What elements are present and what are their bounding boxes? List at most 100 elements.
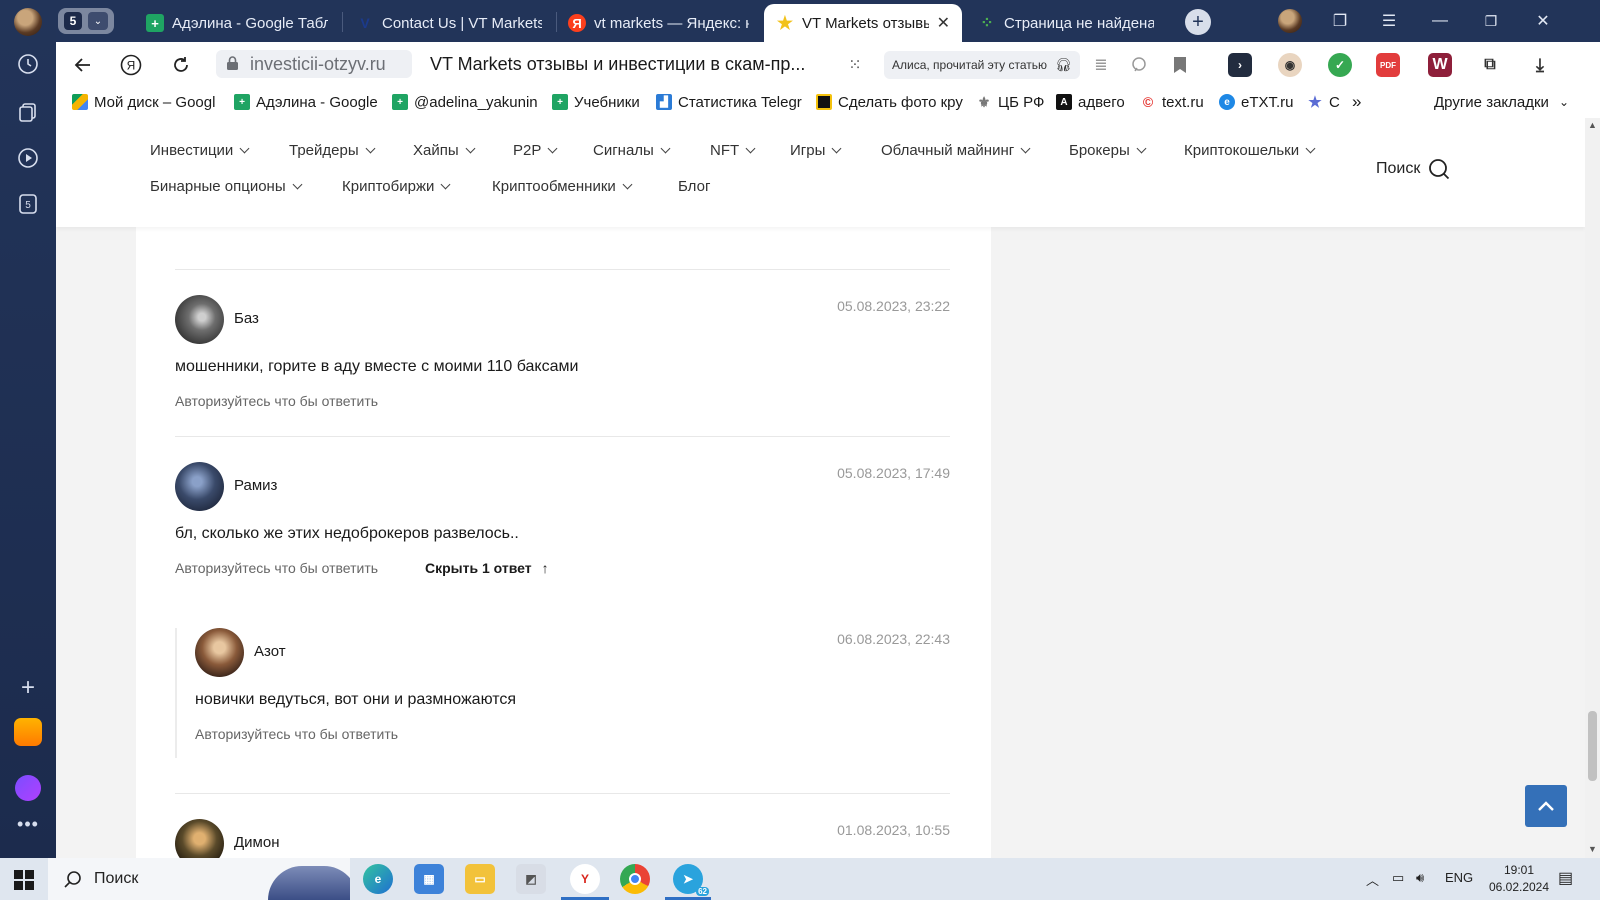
menu-p2p[interactable]: P2P xyxy=(513,142,558,159)
bookmark-5[interactable]: Сделать фото кру xyxy=(816,92,964,112)
menu-crypto-wallets[interactable]: Криптокошельки xyxy=(1184,142,1316,159)
telegram-icon[interactable]: ➤ 62 xyxy=(673,864,709,896)
language-indicator[interactable]: ENG xyxy=(1445,870,1473,885)
extension-check-icon[interactable]: ✓ xyxy=(1328,53,1352,77)
menu-blog[interactable]: Блог xyxy=(678,178,710,195)
menu-nft[interactable]: NFT xyxy=(710,142,756,159)
photos-icon[interactable]: ◩ xyxy=(516,864,546,894)
tab-3-active[interactable]: ★ VT Markets отзывы и ✕ xyxy=(764,4,962,42)
more-icon[interactable]: ••• xyxy=(12,808,44,840)
menu-crypto-exchangers[interactable]: Криптообменники xyxy=(492,178,633,195)
menu-binary-options[interactable]: Бинарные опционы xyxy=(150,178,303,195)
history-icon[interactable] xyxy=(12,48,44,80)
reply-login-link[interactable]: Авторизуйтесь что бы ответить xyxy=(175,560,378,576)
back-icon[interactable] xyxy=(70,52,96,78)
clock-date: 06.02.2024 xyxy=(1488,880,1550,894)
reply-login-link[interactable]: Авторизуйтесь что бы ответить xyxy=(195,726,398,742)
comment-author[interactable]: Рамиз xyxy=(234,477,277,494)
bookmark-icon[interactable] xyxy=(1167,52,1193,78)
bookmark-8[interactable]: © text.ru xyxy=(1140,92,1210,112)
menu-investments[interactable]: Инвестиции xyxy=(150,142,250,159)
network-icon[interactable]: ▭ xyxy=(1392,870,1404,886)
downloads-icon[interactable]: ⤓ xyxy=(1528,53,1552,77)
tab-groups-button[interactable]: 5 ⌄ xyxy=(58,8,114,34)
other-bookmarks[interactable]: Другие закладки ⌄ xyxy=(1434,92,1569,112)
yandex-home-icon[interactable]: Я xyxy=(118,52,144,78)
bookmark-10[interactable]: ★ С xyxy=(1307,92,1343,112)
site-apps-icon[interactable]: ⁙ xyxy=(842,52,868,78)
file-explorer-icon[interactable]: ▭ xyxy=(465,864,495,894)
video-icon[interactable] xyxy=(12,142,44,174)
comment-author[interactable]: Азот xyxy=(254,643,286,660)
translate-icon[interactable] xyxy=(1126,52,1152,78)
taskbar-clock[interactable]: 19:01 06.02.2024 xyxy=(1484,862,1554,896)
comment-author[interactable]: Баз xyxy=(234,310,259,327)
avatar[interactable] xyxy=(195,628,244,677)
more-bookmarks-icon[interactable]: » xyxy=(1352,92,1361,112)
comment-author[interactable]: Димон xyxy=(234,834,279,851)
bookmark-7[interactable]: A адвего xyxy=(1056,92,1131,112)
menu-games[interactable]: Игры xyxy=(790,142,842,159)
reply-login-link[interactable]: Авторизуйтесь что бы ответить xyxy=(175,393,378,409)
scroll-to-top-button[interactable] xyxy=(1525,785,1567,827)
new-tab-button[interactable]: + xyxy=(1185,9,1211,35)
close-window-icon[interactable]: ✕ xyxy=(1528,8,1558,34)
tab-1[interactable]: V Contact Us | VT Markets xyxy=(344,4,554,42)
bookmark-9[interactable]: e eTXT.ru xyxy=(1219,92,1299,112)
notifications-icon[interactable]: ▤ xyxy=(1558,868,1573,888)
menu-traders[interactable]: Трейдеры xyxy=(289,142,376,159)
add-panel-icon[interactable]: + xyxy=(12,672,44,704)
menu-icon[interactable]: ☰ xyxy=(1374,8,1404,34)
menu-brokers[interactable]: Брокеры xyxy=(1069,142,1147,159)
close-tab-icon[interactable]: ✕ xyxy=(937,13,950,33)
tabs-counter-icon[interactable]: 5 xyxy=(12,188,44,220)
edge-icon[interactable]: e xyxy=(363,864,393,894)
hide-replies-button[interactable]: Скрыть 1 ответ ↑ xyxy=(425,560,549,576)
restore-icon[interactable]: ❐ xyxy=(1476,8,1506,34)
alice-icon[interactable] xyxy=(12,772,44,804)
scroll-down-icon[interactable]: ▼ xyxy=(1588,844,1597,854)
menu-signals[interactable]: Сигналы xyxy=(593,142,671,159)
avatar[interactable] xyxy=(175,295,224,344)
tab-0[interactable]: + Адэлина - Google Табл xyxy=(134,4,340,42)
extension-arrow-icon[interactable]: › xyxy=(1228,53,1252,77)
url-field[interactable]: investicii-otzyv.ru xyxy=(216,50,412,78)
extension-face-icon[interactable]: ◉ xyxy=(1278,53,1302,77)
tray-expand-icon[interactable]: ︿ xyxy=(1366,870,1379,889)
avatar[interactable] xyxy=(175,462,224,511)
bookmark-1[interactable]: + Адэлина - Google xyxy=(234,92,379,112)
taskbar-search[interactable]: Поиск xyxy=(48,858,350,900)
bookmarks-panel-icon[interactable]: ❐ xyxy=(1325,8,1355,34)
yandex-browser-icon[interactable]: Y xyxy=(570,864,600,894)
mail-app-icon[interactable] xyxy=(12,716,44,748)
minimize-icon[interactable]: — xyxy=(1425,8,1455,34)
profile-avatar[interactable] xyxy=(14,8,42,36)
tab-4[interactable]: ⁘ Страница не найдена xyxy=(966,4,1166,42)
site-search-button[interactable]: Поиск xyxy=(1376,158,1450,180)
menu-crypto-exchanges[interactable]: Криптобиржи xyxy=(342,178,451,195)
bookmark-3[interactable]: + Учебники xyxy=(552,92,644,112)
windows-start-icon[interactable] xyxy=(14,870,34,890)
menu-cloud-mining[interactable]: Облачный майнинг xyxy=(881,142,1031,159)
avatar[interactable] xyxy=(175,819,224,858)
bookmark-0[interactable]: Мой диск – Googl xyxy=(72,92,222,112)
menu-hyips[interactable]: Хайпы xyxy=(413,142,476,159)
extensions-icon[interactable]: ⧉ xyxy=(1478,53,1502,77)
pdf-extension-icon[interactable]: PDF xyxy=(1376,53,1400,77)
bookmark-4[interactable]: ▟ Статистика Telegr xyxy=(656,92,804,112)
volume-icon[interactable]: 🔊︎ xyxy=(1416,870,1424,886)
reader-mode-icon[interactable]: ≣ xyxy=(1088,52,1114,78)
store-icon[interactable]: ▦ xyxy=(414,864,444,894)
page-scrollbar[interactable]: ▲ ▼ xyxy=(1585,118,1600,858)
account-avatar[interactable] xyxy=(1278,9,1302,33)
w-extension-icon[interactable]: W xyxy=(1428,53,1452,77)
scroll-up-icon[interactable]: ▲ xyxy=(1588,120,1597,130)
bookmark-2[interactable]: + @adelina_yakunin xyxy=(392,92,540,112)
tab-2[interactable]: Я vt markets — Яндекс: н xyxy=(556,4,761,42)
chrome-icon[interactable] xyxy=(620,864,650,894)
collections-icon[interactable] xyxy=(12,96,44,128)
bookmark-6[interactable]: ⚜ ЦБ РФ xyxy=(976,92,1046,112)
scrollbar-thumb[interactable] xyxy=(1588,711,1597,781)
reload-icon[interactable] xyxy=(168,52,194,78)
alice-read-button[interactable]: Алиса, прочитай эту статью 🎧︎ xyxy=(884,51,1080,79)
